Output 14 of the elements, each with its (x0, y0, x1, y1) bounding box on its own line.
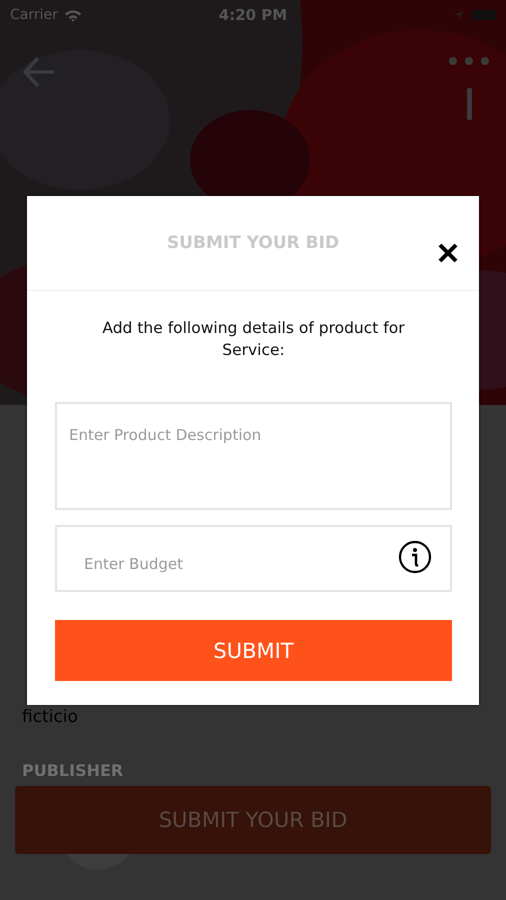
description-field[interactable]: Enter Product Description (55, 402, 452, 510)
close-icon[interactable] (438, 243, 458, 263)
location-icon (454, 10, 464, 20)
scroll-indicator (466, 88, 472, 120)
clock-time: 4:20 PM (218, 6, 288, 24)
battery-icon (472, 10, 496, 20)
info-icon[interactable] (398, 540, 432, 574)
submit-button[interactable]: SUBMIT (55, 620, 452, 681)
carrier-label: Carrier (10, 7, 58, 23)
section-heading: PUBLISHER (21, 761, 124, 780)
instructions-text: Add the following details of product for Service: (101, 318, 406, 361)
wifi-icon (64, 8, 82, 22)
budget-field[interactable]: Enter Budget (55, 525, 452, 592)
submit-bid-button[interactable]: SUBMIT YOUR BID (15, 786, 491, 854)
